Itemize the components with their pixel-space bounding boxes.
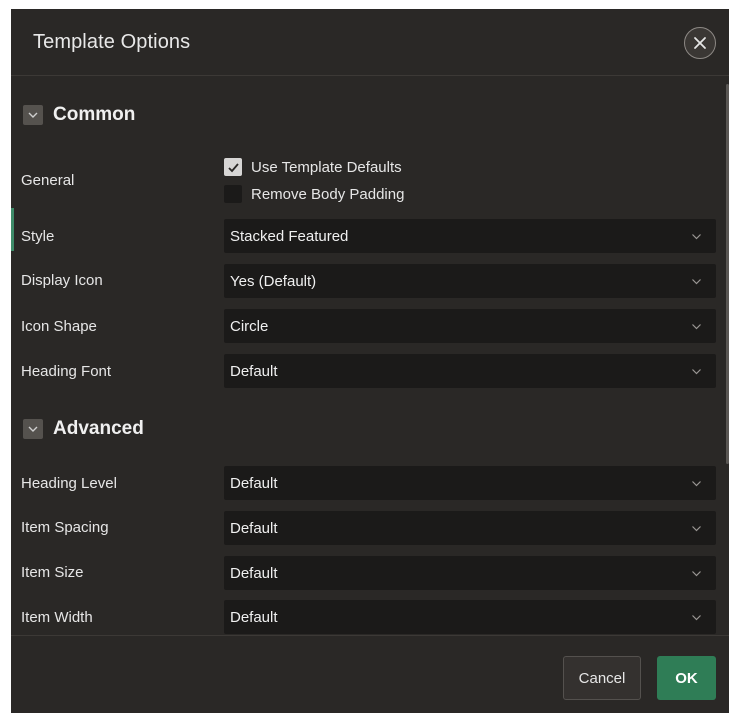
dialog-footer: Cancel OK <box>11 635 729 714</box>
heading-level-select-value: Default <box>230 474 278 492</box>
item-width-label: Item Width <box>21 609 93 626</box>
general-label: General <box>21 172 75 189</box>
heading-font-label: Heading Font <box>21 363 112 380</box>
display-icon-select-value: Yes (Default) <box>230 272 317 290</box>
display-icon-label: Display Icon <box>21 272 103 289</box>
chevron-down-icon <box>692 323 701 329</box>
template-options-dialog: Template Options Common General Use Temp… <box>11 9 729 713</box>
style-label: Style <box>21 228 55 245</box>
dialog-body[interactable]: Common General Use Template Defaults Rem… <box>11 76 729 635</box>
use-template-defaults-option[interactable]: Use Template Defaults <box>224 158 402 176</box>
item-spacing-label: Item Spacing <box>21 519 109 536</box>
display-icon-select[interactable]: Yes (Default) <box>224 264 716 298</box>
section-common[interactable]: Common <box>23 104 135 126</box>
item-size-label: Item Size <box>21 564 84 581</box>
chevron-down-icon <box>692 278 701 284</box>
heading-font-select[interactable]: Default <box>224 354 716 388</box>
chevron-down-icon <box>692 525 701 531</box>
section-title: Common <box>53 104 136 125</box>
check-icon <box>227 162 239 172</box>
style-select-value: Stacked Featured <box>230 227 349 245</box>
icon-shape-select-value: Circle <box>230 317 269 335</box>
chevron-down-icon <box>692 480 701 486</box>
dialog-title: Template Options <box>33 31 191 53</box>
item-spacing-select[interactable]: Default <box>224 511 716 545</box>
active-row-indicator <box>11 208 14 251</box>
remove-body-padding-option[interactable]: Remove Body Padding <box>224 185 404 203</box>
section-toggle[interactable] <box>23 419 43 439</box>
close-button[interactable] <box>684 27 716 59</box>
close-icon <box>694 37 706 49</box>
dialog-header: Template Options <box>11 9 729 76</box>
cancel-button[interactable]: Cancel <box>563 656 641 700</box>
chevron-down-icon <box>692 570 701 576</box>
chevron-down-icon <box>692 233 701 239</box>
chevron-down-icon <box>28 426 38 432</box>
item-size-select[interactable]: Default <box>224 556 716 590</box>
chevron-down-icon <box>692 614 701 620</box>
item-spacing-select-value: Default <box>230 519 278 537</box>
item-width-select-value: Default <box>230 608 278 626</box>
remove-body-padding-label: Remove Body Padding <box>251 185 405 203</box>
heading-level-select[interactable]: Default <box>224 466 716 500</box>
icon-shape-select[interactable]: Circle <box>224 309 716 343</box>
chevron-down-icon <box>28 112 38 118</box>
item-width-select[interactable]: Default <box>224 600 716 634</box>
use-template-defaults-label: Use Template Defaults <box>251 158 402 176</box>
use-template-defaults-checkbox[interactable] <box>224 158 242 176</box>
icon-shape-label: Icon Shape <box>21 318 97 335</box>
section-advanced[interactable]: Advanced <box>23 418 144 440</box>
heading-level-label: Heading Level <box>21 475 117 492</box>
section-title: Advanced <box>53 418 144 439</box>
chevron-down-icon <box>692 368 701 374</box>
section-toggle[interactable] <box>23 105 43 125</box>
heading-font-select-value: Default <box>230 362 278 380</box>
remove-body-padding-checkbox[interactable] <box>224 185 242 203</box>
style-select[interactable]: Stacked Featured <box>224 219 716 253</box>
ok-button[interactable]: OK <box>657 656 716 700</box>
item-size-select-value: Default <box>230 564 278 582</box>
